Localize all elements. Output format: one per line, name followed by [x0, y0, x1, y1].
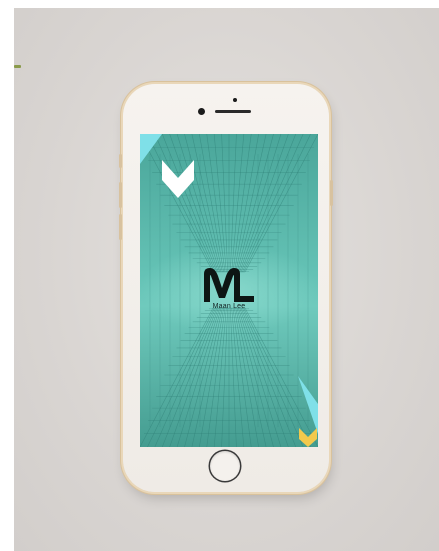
proximity-sensor	[233, 98, 237, 102]
brand-name: Maan Lee	[212, 303, 246, 310]
stray-mark	[14, 65, 21, 68]
home-button[interactable]	[210, 451, 240, 481]
splash-screen[interactable]: Maan Lee	[140, 134, 318, 447]
volume-down-button	[119, 214, 122, 240]
front-camera	[198, 108, 205, 115]
earpiece-speaker	[215, 110, 251, 113]
ml-logo-mark	[204, 268, 254, 302]
mute-switch	[119, 154, 122, 168]
mockup-backdrop: Maan Lee	[14, 8, 439, 551]
power-button	[330, 180, 333, 206]
phone-mockup: Maan Lee	[119, 84, 333, 492]
brand-logo: Maan Lee	[140, 266, 318, 316]
volume-up-button	[119, 182, 122, 208]
